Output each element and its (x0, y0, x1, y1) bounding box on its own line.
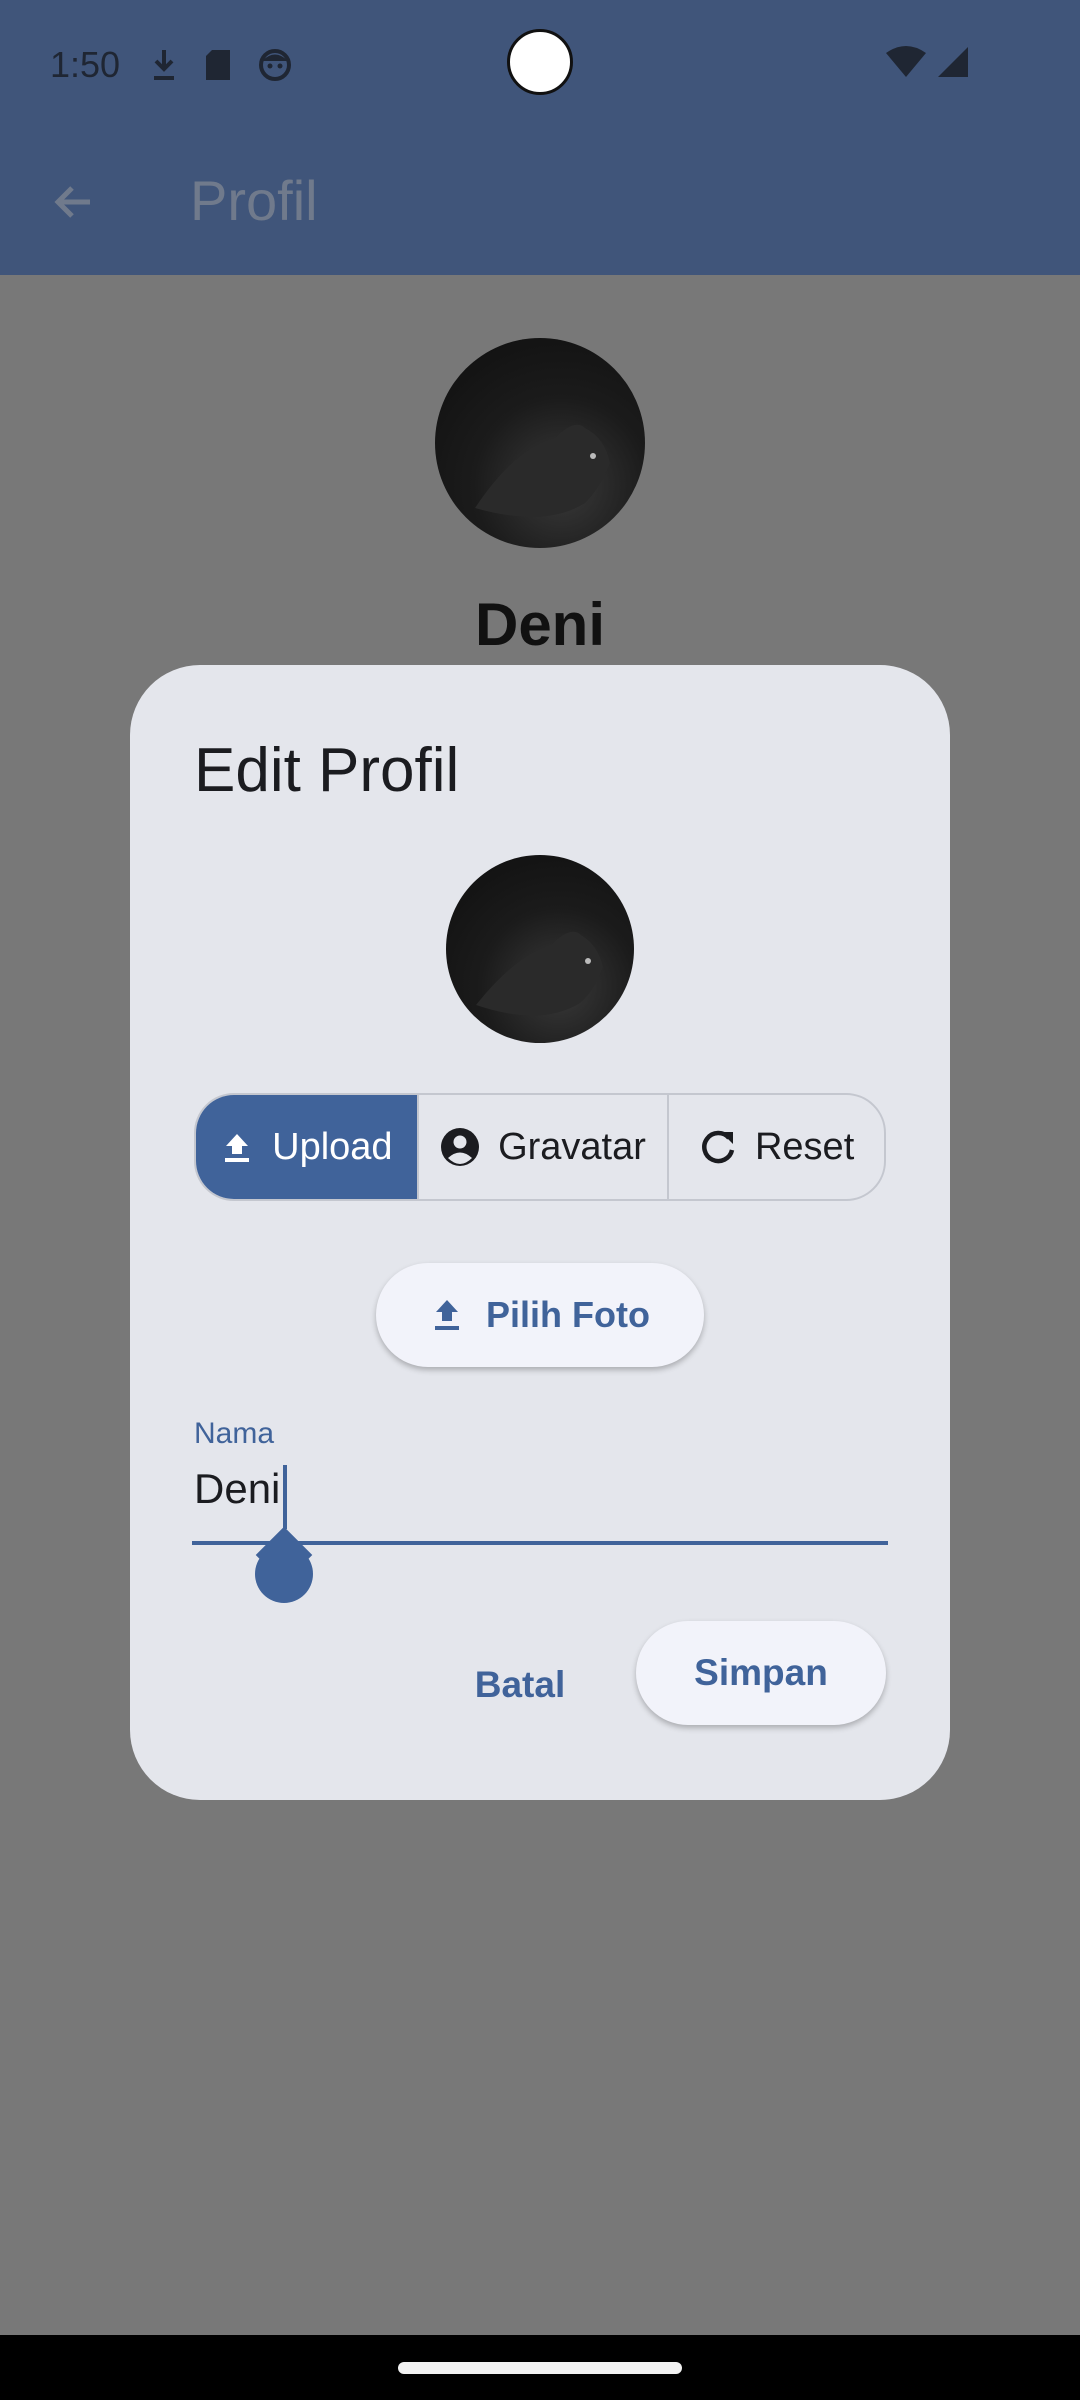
camera-cutout (507, 29, 573, 95)
cellular-signal-icon (938, 47, 968, 77)
upload-icon (435, 1300, 460, 1330)
dialog-title: Edit Profil (194, 736, 460, 805)
download-notification-icon (154, 50, 175, 80)
page-title: Profil (190, 169, 318, 232)
notification-icons (150, 48, 292, 82)
wifi-icon (886, 46, 926, 77)
account-circle-icon (441, 1128, 480, 1166)
profile-name: Deni (474, 591, 606, 658)
upload-icon (225, 1134, 250, 1162)
pick-photo-label: Pilih Foto (486, 1294, 650, 1335)
segment-reset[interactable]: Reset (669, 1095, 884, 1199)
edit-profile-dialog: Edit Profil Upload Gravatar Reset Pilih … (130, 665, 950, 1800)
save-button[interactable]: Simpan (636, 1621, 886, 1725)
segment-gravatar-label: Gravatar (498, 1125, 646, 1168)
dialog-avatar-preview (446, 855, 634, 1043)
face-icon (259, 49, 292, 81)
status-time: 1:50 (50, 44, 121, 85)
text-cursor-handle[interactable] (255, 1545, 313, 1603)
pick-photo-button[interactable]: Pilih Foto (376, 1263, 704, 1367)
name-field-label: Nama (194, 1417, 275, 1450)
app-bar: Profil (0, 130, 1080, 275)
segment-gravatar[interactable]: Gravatar (419, 1095, 670, 1199)
segment-reset-label: Reset (754, 1125, 855, 1168)
text-cursor (283, 1465, 287, 1529)
cancel-button[interactable]: Batal (450, 1635, 590, 1735)
name-field-input[interactable]: Deni (194, 1465, 280, 1513)
sd-card-icon (206, 50, 231, 80)
avatar-source-segmented-control: Upload Gravatar Reset (194, 1093, 886, 1201)
arrow-back-icon (54, 186, 90, 218)
screen: 1:50 Profil Deni Edit Profil Upload Grav… (0, 0, 1080, 2400)
status-bar: 1:50 (0, 0, 1080, 130)
segment-upload-label: Upload (272, 1125, 393, 1168)
home-gesture-handle[interactable] (398, 2362, 682, 2374)
refresh-icon (702, 1130, 735, 1164)
avatar-photo (476, 931, 603, 1016)
back-button[interactable] (44, 172, 104, 232)
profile-avatar (435, 338, 645, 548)
segment-upload[interactable]: Upload (196, 1095, 419, 1199)
avatar-photo (475, 424, 610, 517)
system-status-icons (886, 45, 970, 79)
